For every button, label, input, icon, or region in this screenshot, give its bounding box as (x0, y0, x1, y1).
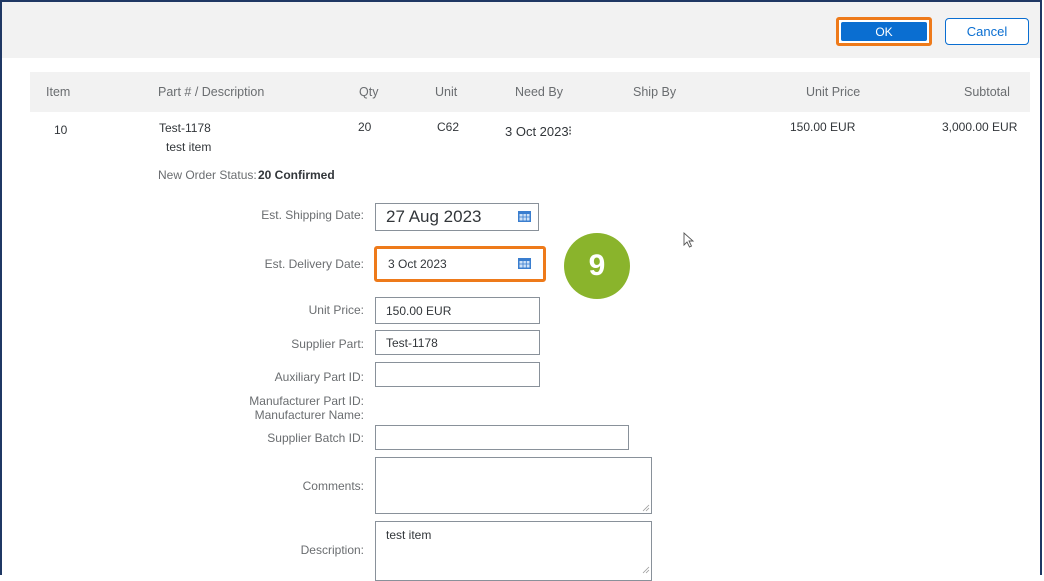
cell-part: Test-1178 (159, 121, 211, 135)
order-status-value: 20 Confirmed (258, 168, 335, 182)
supplier-part-value: Test-1178 (386, 335, 438, 350)
col-header-unit-price: Unit Price (806, 85, 861, 99)
supplier-part-label: Supplier Part: (291, 337, 364, 351)
col-header-ship-by: Ship By (633, 85, 677, 99)
cell-need-by: 3 Oct 2023 (505, 124, 569, 139)
description-label: Description: (300, 543, 364, 557)
highlight-box (374, 246, 546, 282)
resize-handle-icon[interactable] (642, 566, 650, 574)
aux-part-field[interactable] (375, 362, 540, 387)
calendar-icon[interactable] (518, 211, 531, 222)
supplier-part-field[interactable]: Test-1178 (375, 330, 540, 355)
cancel-button[interactable]: Cancel (945, 18, 1029, 45)
step-badge: 9 (564, 233, 630, 299)
order-status-label: New Order Status: (158, 168, 257, 182)
est-shipping-field[interactable]: 27 Aug 2023 (375, 203, 539, 231)
est-shipping-label: Est. Shipping Date: (261, 208, 364, 222)
col-header-unit: Unit (435, 85, 458, 99)
cell-unit: C62 (437, 120, 460, 134)
mfr-part-label: Manufacturer Part ID: (249, 394, 364, 408)
cell-description: test item (166, 140, 212, 154)
text-cursor: ⁝ (568, 123, 573, 138)
unit-price-value: 150.00 EUR (386, 303, 452, 318)
description-value: test item (386, 528, 432, 542)
supplier-batch-field[interactable] (375, 425, 629, 450)
col-header-item: Item (46, 85, 71, 99)
col-header-subtotal: Subtotal (964, 85, 1010, 99)
resize-handle-icon[interactable] (642, 504, 650, 512)
unit-price-field[interactable]: 150.00 EUR (375, 297, 540, 324)
cell-item: 10 (54, 123, 68, 137)
ok-button-label: OK (841, 22, 927, 41)
col-header-need-by: Need By (515, 85, 563, 99)
ok-button[interactable]: OK (836, 17, 932, 46)
supplier-batch-label: Supplier Batch ID: (267, 431, 364, 445)
unit-price-label: Unit Price: (308, 303, 364, 317)
comments-textarea[interactable] (375, 457, 652, 514)
cell-qty: 20 (358, 120, 372, 134)
comments-label: Comments: (302, 479, 364, 493)
description-textarea[interactable]: test item (375, 521, 652, 581)
mouse-pointer-icon (683, 232, 695, 248)
aux-part-label: Auxiliary Part ID: (274, 370, 364, 384)
col-header-part: Part # / Description (158, 85, 265, 99)
est-shipping-value: 27 Aug 2023 (386, 207, 482, 226)
est-delivery-label: Est. Delivery Date: (264, 257, 364, 271)
mfr-name-label: Manufacturer Name: (254, 408, 364, 422)
col-header-qty: Qty (359, 85, 379, 99)
cell-subtotal: 3,000.00 EUR (942, 120, 1018, 134)
cell-unit-price: 150.00 EUR (790, 120, 856, 134)
